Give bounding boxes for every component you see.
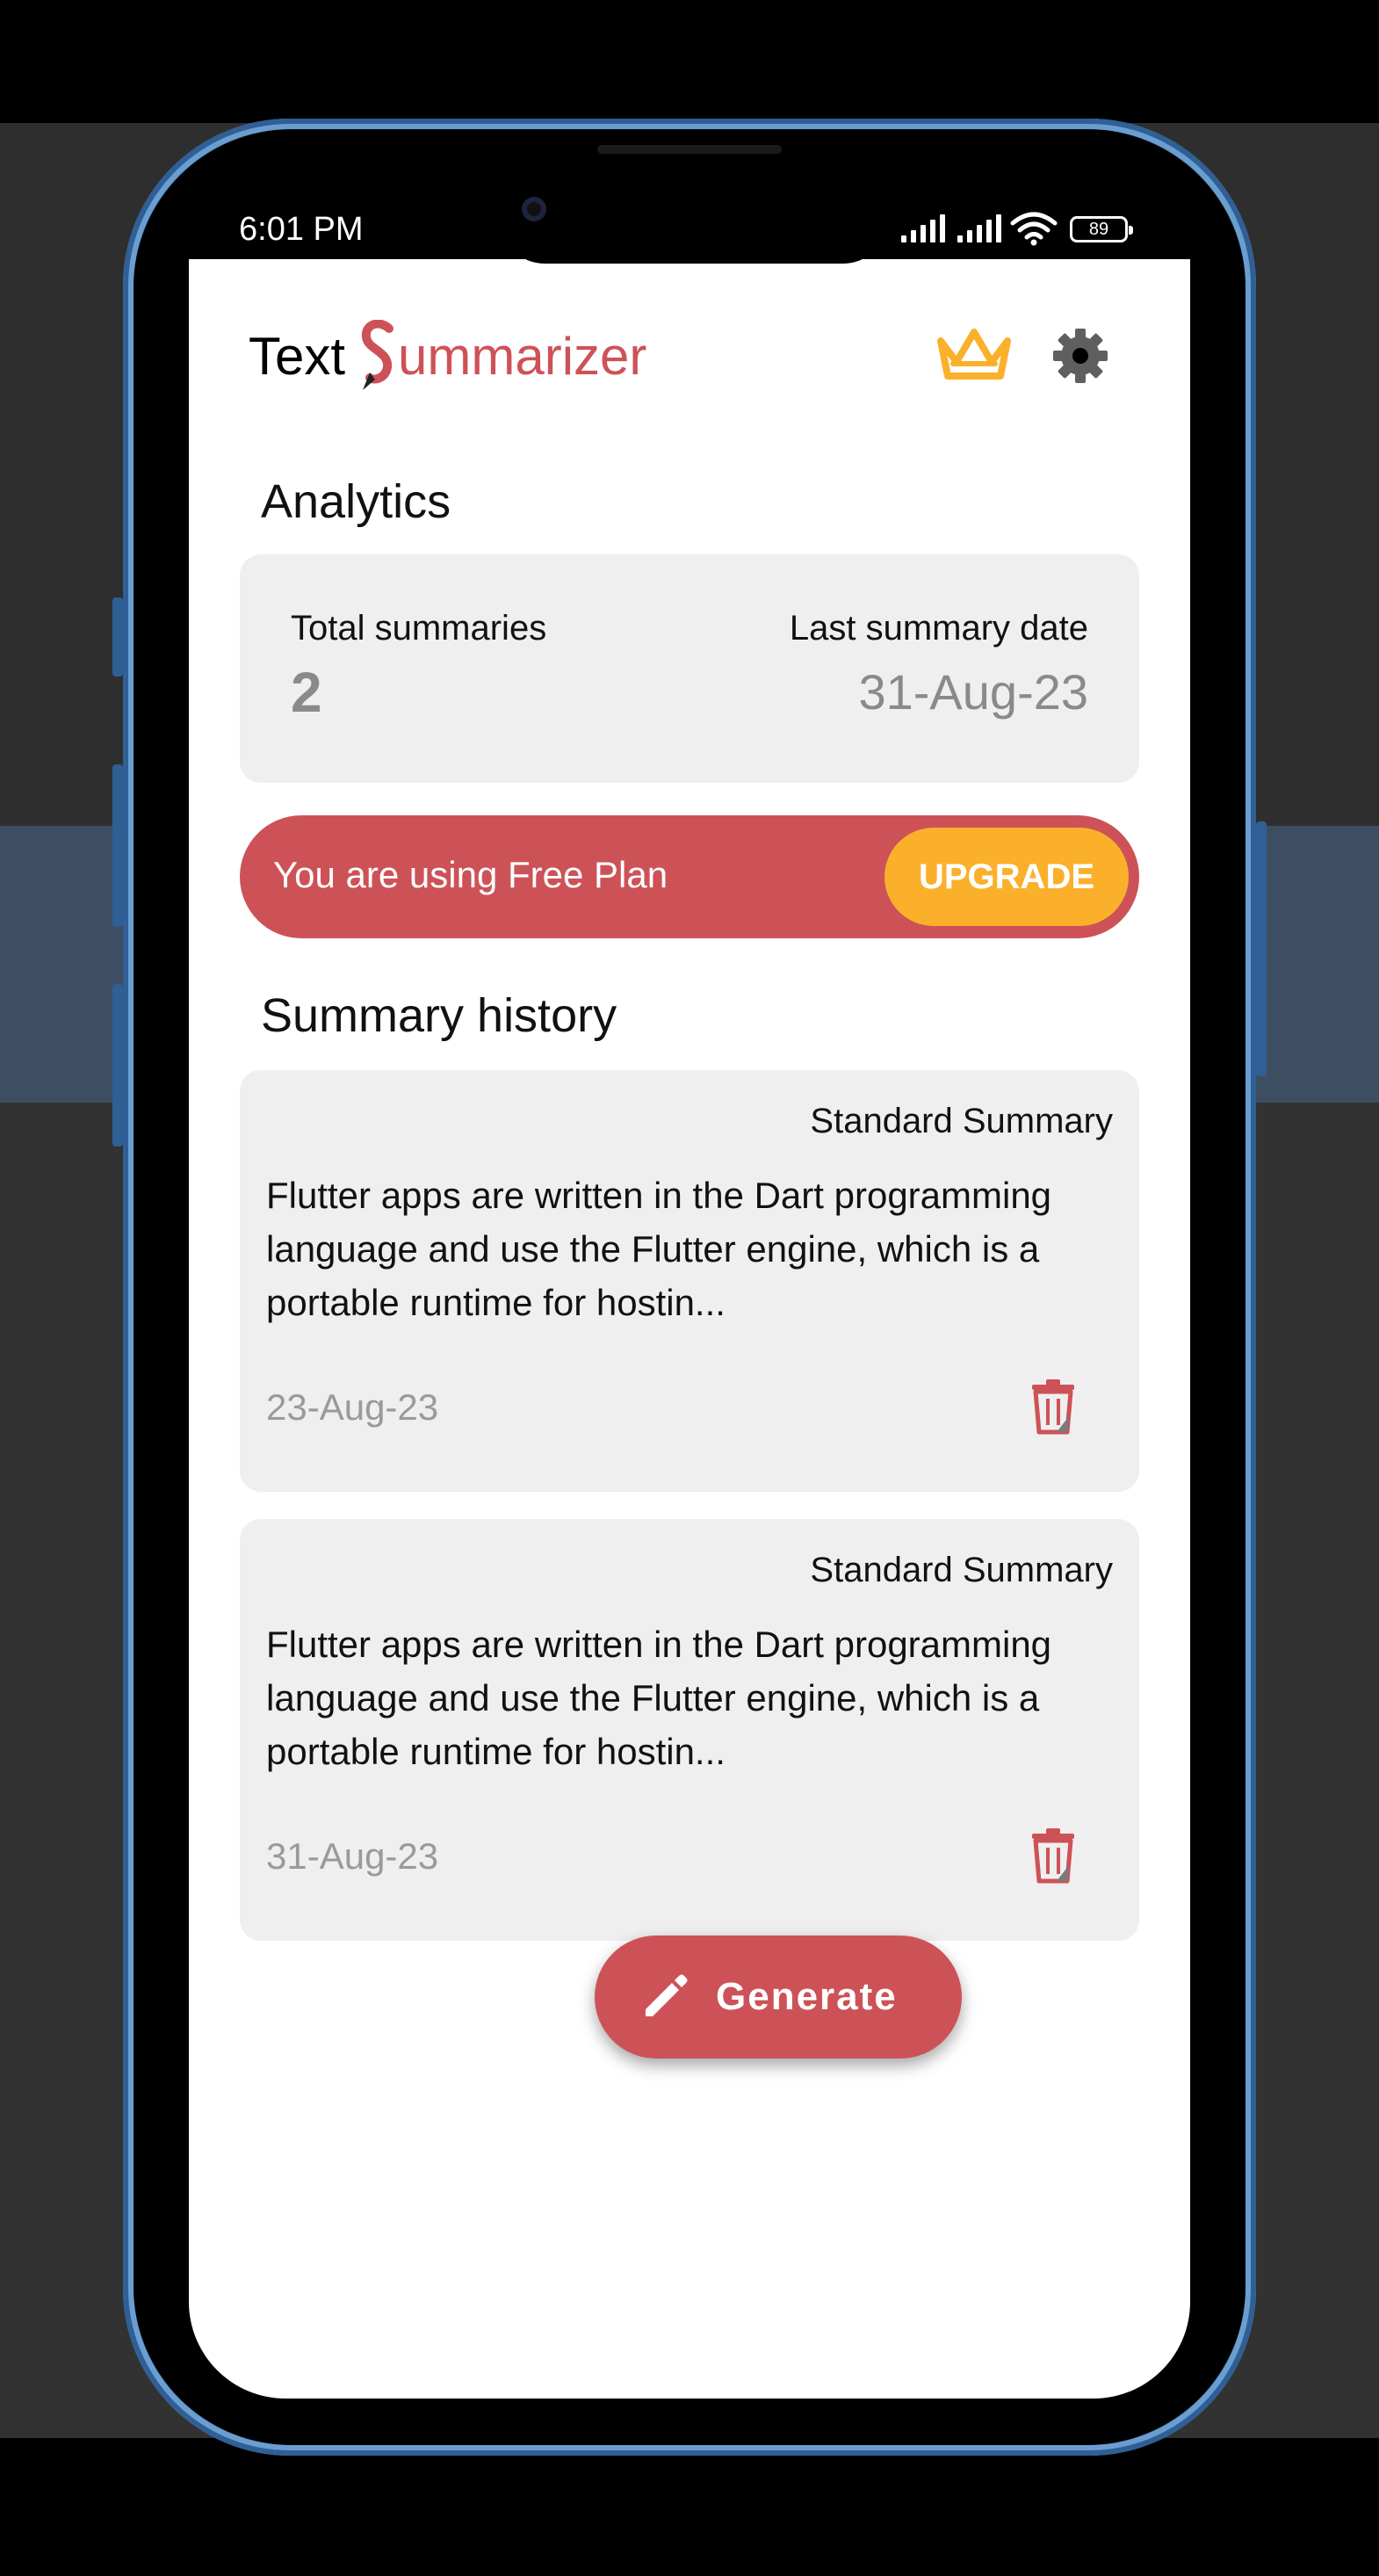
crown-icon[interactable] <box>935 325 1013 387</box>
total-summaries-value: 2 <box>291 661 322 724</box>
analytics-title: Analytics <box>261 475 451 528</box>
side-button-volume-down <box>112 984 123 1147</box>
summary-preview: Flutter apps are written in the Dart pro… <box>266 1624 1052 1772</box>
summary-type: Standard Summary <box>810 1102 1113 1140</box>
wifi-icon <box>1010 212 1058 246</box>
last-summary-date-label: Last summary date <box>789 609 1088 648</box>
summary-preview: Flutter apps are written in the Dart pro… <box>266 1175 1052 1323</box>
side-button-silent <box>112 597 123 677</box>
side-button-volume-up <box>112 764 123 927</box>
side-button-power <box>1256 821 1267 1076</box>
battery-level: 89 <box>1088 219 1109 239</box>
battery-icon: 89 <box>1070 216 1133 242</box>
summary-date: 31-Aug-23 <box>266 1835 439 1877</box>
front-camera <box>522 197 546 221</box>
summary-date: 23-Aug-23 <box>266 1386 439 1428</box>
plan-banner: You are using Free Plan UPGRADE <box>240 815 1139 938</box>
app-logo: Text ummarizer <box>249 316 646 395</box>
pencil-icon <box>646 1974 688 2016</box>
earpiece-speaker <box>597 145 782 154</box>
history-card[interactable]: Standard Summary Flutter apps are writte… <box>240 1519 1139 1941</box>
last-summary-date-value: 31-Aug-23 <box>858 664 1088 720</box>
gear-icon[interactable] <box>1051 327 1109 385</box>
signal-icon-2 <box>957 214 1001 242</box>
history-card[interactable]: Standard Summary Flutter apps are writte… <box>240 1070 1139 1492</box>
logo-word-text: Text <box>249 326 346 386</box>
analytics-card: Total summaries 2 Last summary date 31-A… <box>240 554 1139 783</box>
display-notch <box>501 158 887 264</box>
signal-icon <box>901 214 945 242</box>
summary-history-title: Summary history <box>261 989 617 1042</box>
trash-icon[interactable] <box>1030 1378 1076 1436</box>
app-screen: Text ummarizer Analytics Total summaries… <box>189 259 1190 2399</box>
generate-button[interactable]: Generate <box>595 1936 962 2059</box>
logo-word-summarizer: ummarizer <box>398 326 647 386</box>
trash-icon[interactable] <box>1030 1827 1076 1885</box>
status-time: 6:01 PM <box>239 211 364 248</box>
plan-text: You are using Free Plan <box>273 854 668 895</box>
generate-label: Generate <box>716 1975 898 2018</box>
pen-s-logo-icon <box>362 320 394 390</box>
total-summaries-label: Total summaries <box>291 609 547 648</box>
summary-type: Standard Summary <box>810 1551 1113 1589</box>
upgrade-button[interactable]: UPGRADE <box>884 828 1129 926</box>
